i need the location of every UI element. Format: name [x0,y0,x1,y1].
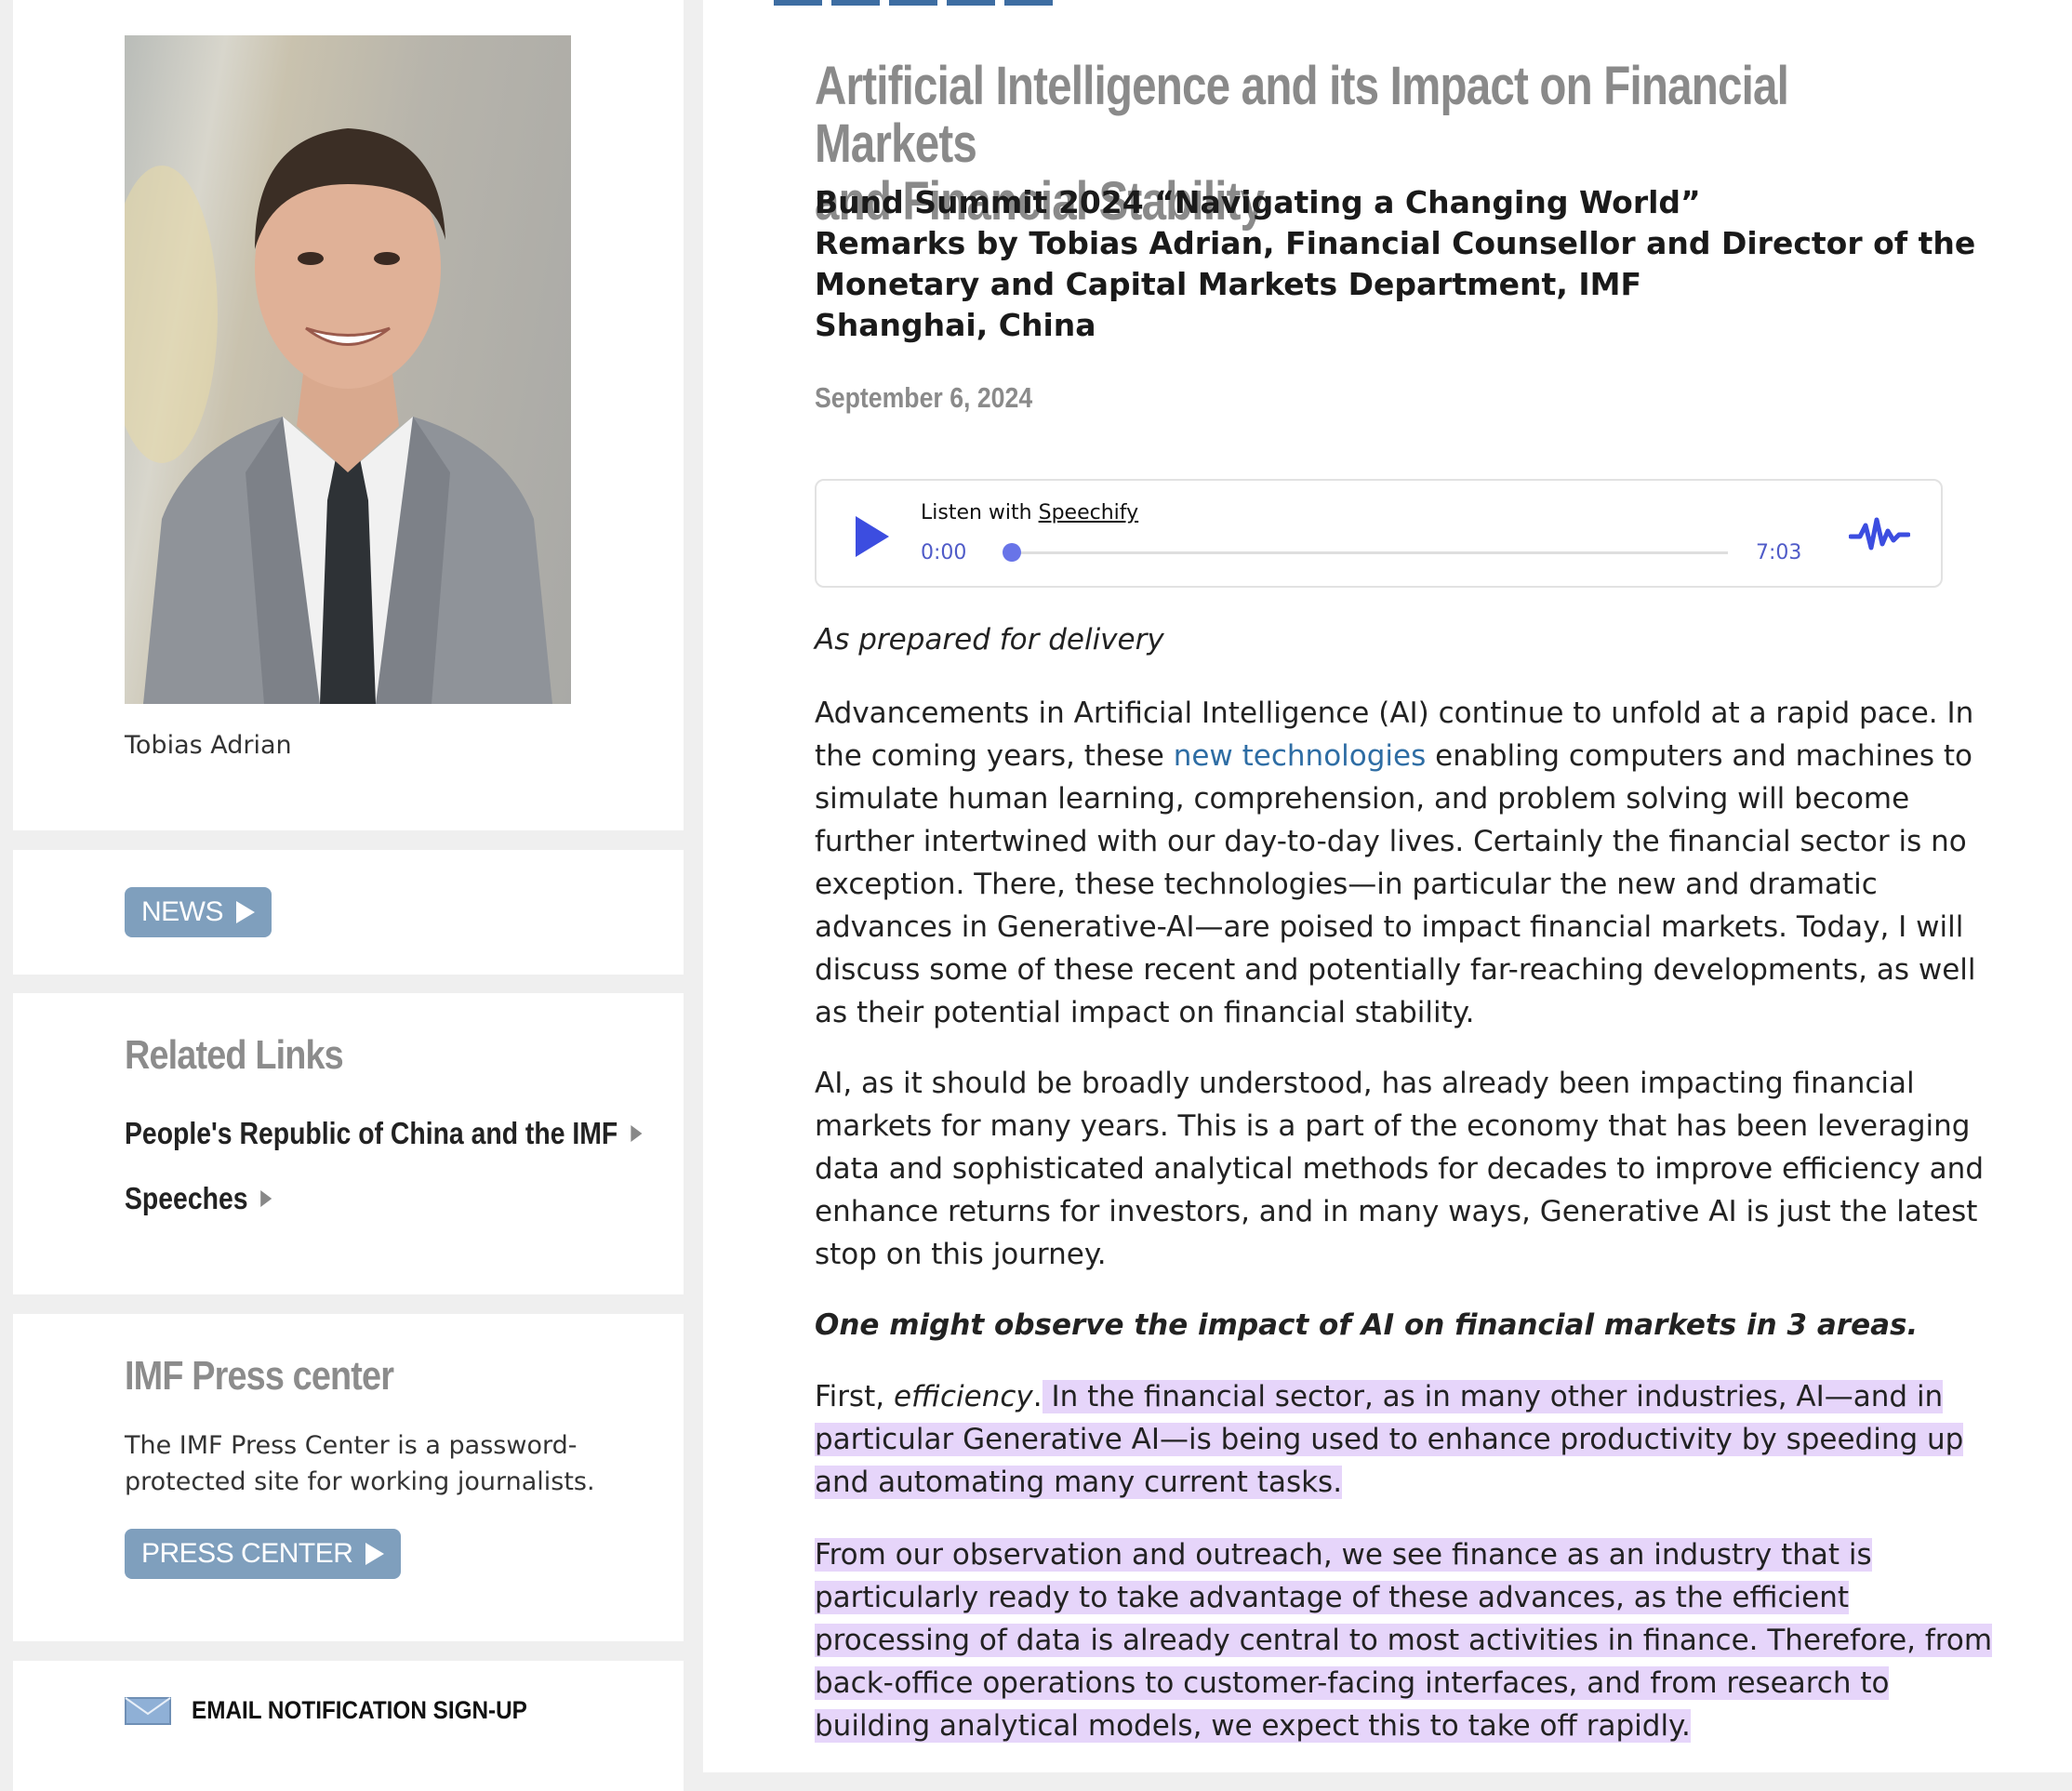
listen-prefix: Listen with [921,501,1032,524]
paragraph-2: AI, as it should be broadly understood, … [815,1067,1984,1271]
profile-card: Tobias Adrian [13,0,684,830]
title-line: Artificial Intelligence and its Impact o… [815,56,1789,174]
highlighted-text: From our observation and outreach, we se… [815,1538,1993,1743]
share-button[interactable] [831,0,880,6]
progress-knob[interactable] [1003,543,1021,562]
related-link-label: Speeches [125,1181,248,1215]
news-card: NEWS [13,850,684,975]
news-button[interactable]: NEWS [125,887,272,937]
email-signup-label: EMAIL NOTIFICATION SIGN-UP [192,1696,527,1724]
audio-player: Listen with Speechify 0:00 7:03 [815,479,1943,588]
email-signup-card: EMAIL NOTIFICATION SIGN-UP [13,1661,684,1791]
listen-label: Listen with Speechify [921,501,1138,524]
related-link-china[interactable]: People's Republic of China and the IMF [125,1116,643,1151]
press-center-button[interactable]: PRESS CENTER [125,1529,402,1579]
text: . [1032,1380,1043,1413]
paragraph-5: From our observation and outreach, we se… [815,1533,2005,1747]
share-button[interactable] [889,0,937,6]
subtitle-line: Bund Summit 2024 “Navigating a Changing … [815,184,1701,220]
news-button-label: NEWS [141,896,224,927]
text: enabling computers and machines to simul… [815,739,1976,1029]
email-signup-link[interactable]: EMAIL NOTIFICATION SIGN-UP [125,1696,564,1725]
share-button[interactable] [1004,0,1053,6]
speechify-link[interactable]: Speechify [1039,501,1139,524]
photo-caption: Tobias Adrian [125,731,292,760]
paragraph-1: Advancements in Artificial Intelligence … [815,692,2005,1034]
time-current: 0:00 [921,541,967,564]
emphasis: efficiency [893,1380,1033,1413]
speaker-photo [125,35,571,704]
paragraph-3-lead: One might observe the impact of AI on fi… [815,1308,1919,1342]
press-center-card: IMF Press center The IMF Press Center is… [13,1314,684,1641]
related-links-title: Related Links [125,1032,344,1078]
text: First, [815,1380,894,1413]
article-date: September 6, 2024 [815,381,1033,414]
subtitle-line: Monetary and Capital Markets Department,… [815,266,1642,302]
article-subtitle: Bund Summit 2024 “Navigating a Changing … [815,182,1977,346]
arrow-right-icon [631,1125,643,1142]
new-technologies-link[interactable]: new technologies [1174,739,1427,773]
press-center-description: The IMF Press Center is a password-prote… [125,1431,595,1496]
play-arrow-icon [365,1543,385,1565]
share-button[interactable] [947,0,995,6]
subtitle-line: Remarks by Tobias Adrian, Financial Coun… [815,225,1976,261]
article-panel: Artificial Intelligence and its Impact o… [703,0,2072,1772]
paragraph-4: First, efficiency. In the financial sect… [815,1375,2005,1504]
subtitle-line: Shanghai, China [815,307,1096,343]
press-center-button-label: PRESS CENTER [141,1538,353,1569]
envelope-icon [125,1696,171,1725]
speechify-waveform-icon[interactable] [1849,516,1910,553]
press-center-title: IMF Press center [125,1353,394,1399]
related-link-speeches[interactable]: Speeches [125,1181,272,1216]
arrow-right-icon [260,1190,272,1207]
related-links-card: Related Links People's Republic of China… [13,993,684,1294]
share-button[interactable] [774,0,822,6]
share-buttons [774,0,1053,6]
play-icon[interactable] [856,516,889,557]
play-arrow-icon [236,901,255,923]
time-total: 7:03 [1756,541,1802,564]
progress-track[interactable] [1012,551,1728,554]
prepared-note: As prepared for delivery [815,623,1164,657]
related-link-label: People's Republic of China and the IMF [125,1116,618,1150]
